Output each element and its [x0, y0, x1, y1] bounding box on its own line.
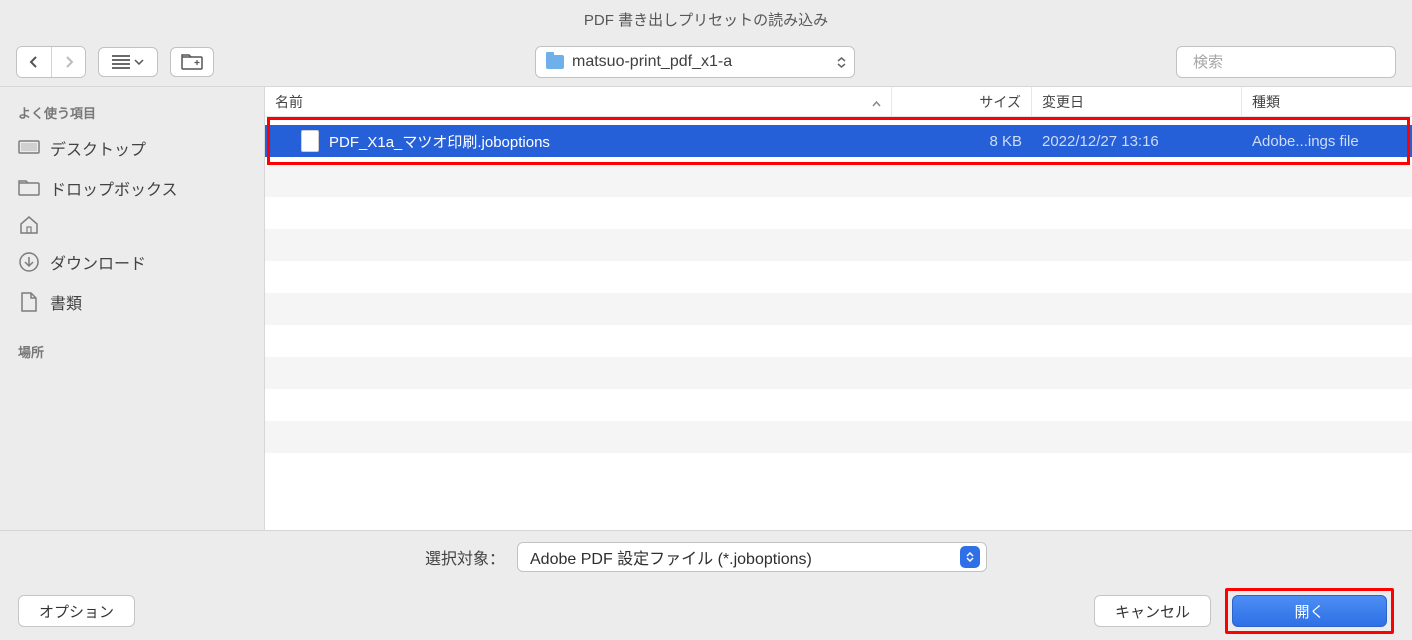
empty-row: [265, 165, 1412, 197]
stepper-icon: [960, 546, 980, 568]
empty-row: [265, 421, 1412, 453]
cancel-button[interactable]: キャンセル: [1094, 595, 1211, 627]
sidebar-section-places: 場所: [0, 336, 264, 367]
file-modified-cell: 2022/12/27 13:16: [1032, 125, 1242, 157]
footer-filter: 選択対象： Adobe PDF 設定ファイル (*.joboptions): [0, 530, 1412, 582]
column-modified[interactable]: 変更日: [1032, 87, 1242, 116]
column-size[interactable]: サイズ: [892, 87, 1032, 116]
column-headers: 名前 サイズ 変更日 種類: [265, 87, 1412, 117]
sidebar-item-dropbox[interactable]: ドロップボックス: [0, 168, 264, 208]
sidebar-item-label: 書類: [50, 290, 82, 314]
empty-row: [265, 325, 1412, 357]
path-dropdown[interactable]: matsuo-print_pdf_x1-a: [535, 46, 855, 78]
chevron-left-icon: [29, 55, 39, 69]
path-label: matsuo-print_pdf_x1-a: [572, 53, 732, 71]
stepper-icon: [837, 57, 846, 68]
empty-row: [265, 197, 1412, 229]
search-input[interactable]: [1193, 54, 1392, 71]
footer-buttons: オプション キャンセル 開く: [0, 582, 1412, 640]
file-kind-cell: Adobe...ings file: [1242, 125, 1412, 157]
file-icon: [301, 130, 319, 152]
empty-row: [265, 293, 1412, 325]
column-name[interactable]: 名前: [265, 87, 892, 116]
options-button[interactable]: オプション: [18, 595, 135, 627]
sidebar-item-label: ドロップボックス: [50, 176, 178, 200]
sidebar-item-label: デスクトップ: [50, 136, 146, 160]
search-box[interactable]: [1176, 46, 1396, 78]
chevron-right-icon: [64, 55, 74, 69]
sidebar-section-favorites: よく使う項目: [0, 97, 264, 128]
home-icon: [18, 216, 40, 234]
annotation-highlight-open: 開く: [1225, 588, 1394, 634]
back-button[interactable]: [17, 47, 51, 77]
file-size-cell: 8 KB: [892, 125, 1032, 157]
sidebar-item-documents[interactable]: 書類: [0, 282, 264, 322]
empty-row: [265, 261, 1412, 293]
empty-row: [265, 229, 1412, 261]
sidebar-item-downloads[interactable]: ダウンロード: [0, 242, 264, 282]
filter-select[interactable]: Adobe PDF 設定ファイル (*.joboptions): [517, 542, 987, 572]
folder-icon: [546, 55, 564, 69]
empty-row: [265, 357, 1412, 389]
nav-group: [16, 46, 86, 78]
empty-row: [265, 389, 1412, 421]
sidebar: よく使う項目 デスクトップ ドロップボックス ダウンロード: [0, 87, 264, 530]
sort-asc-icon: [872, 94, 881, 110]
toolbar: matsuo-print_pdf_x1-a: [0, 38, 1412, 86]
empty-row: [265, 453, 1412, 485]
folder-plus-icon: [181, 54, 203, 70]
view-mode-button[interactable]: [98, 47, 158, 77]
document-icon: [18, 293, 40, 311]
new-folder-button[interactable]: [170, 47, 214, 77]
file-row[interactable]: PDF_X1a_マツオ印刷.joboptions 8 KB 2022/12/27…: [265, 125, 1412, 157]
list-icon: [112, 55, 130, 69]
file-panel: 名前 サイズ 変更日 種類 PDF_X1a_マツオ印刷.joboptions 8…: [264, 87, 1412, 530]
chevron-down-icon: [134, 59, 144, 65]
desktop-icon: [18, 139, 40, 157]
sidebar-item-home[interactable]: [0, 208, 264, 242]
open-button[interactable]: 開く: [1232, 595, 1387, 627]
file-list[interactable]: PDF_X1a_マツオ印刷.joboptions 8 KB 2022/12/27…: [265, 117, 1412, 530]
sidebar-item-desktop[interactable]: デスクトップ: [0, 128, 264, 168]
window-title: PDF 書き出しプリセットの読み込み: [0, 0, 1412, 38]
download-icon: [18, 253, 40, 271]
forward-button[interactable]: [51, 47, 85, 77]
folder-icon: [18, 179, 40, 197]
sidebar-item-label: ダウンロード: [50, 250, 146, 274]
filter-label: 選択対象：: [425, 545, 505, 569]
file-name-cell: PDF_X1a_マツオ印刷.joboptions: [265, 125, 892, 157]
column-kind[interactable]: 種類: [1242, 87, 1412, 116]
main-area: よく使う項目 デスクトップ ドロップボックス ダウンロード: [0, 86, 1412, 530]
